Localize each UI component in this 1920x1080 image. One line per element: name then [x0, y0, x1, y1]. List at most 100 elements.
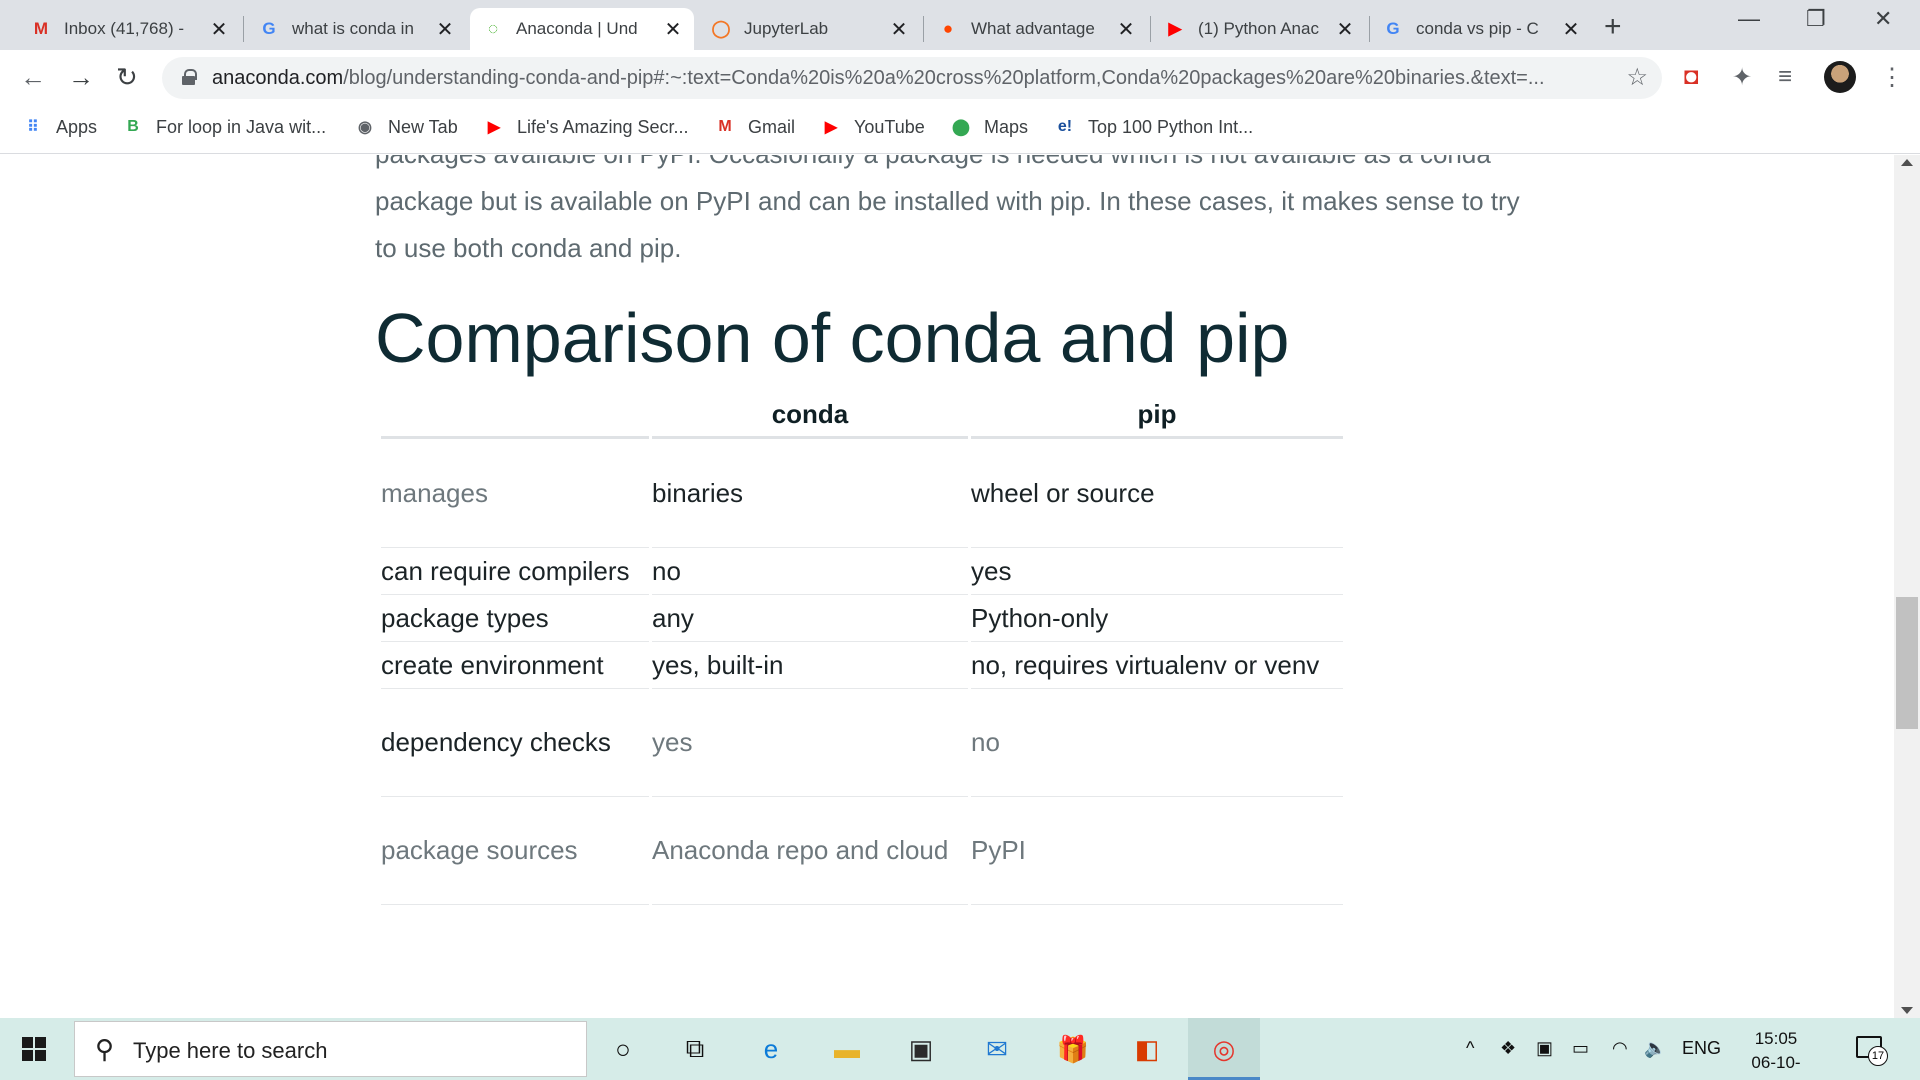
bookmark-label: Life's Amazing Secr... [517, 116, 689, 137]
table-cell: any [652, 595, 968, 642]
table-cell: binaries [652, 439, 968, 548]
tab-separator [1150, 16, 1151, 42]
battery-icon[interactable]: ▭ [1572, 1038, 1589, 1059]
gift-icon[interactable]: 🎁 [1056, 1032, 1090, 1066]
lock-icon[interactable] [182, 69, 197, 85]
tab-close-icon[interactable]: ✕ [1562, 17, 1580, 42]
mail-icon[interactable]: ✉ [980, 1032, 1014, 1066]
url-text[interactable]: anaconda.com/blog/understanding-conda-an… [212, 67, 1545, 90]
profile-avatar[interactable] [1824, 61, 1856, 93]
table-header-cell: pip [971, 392, 1343, 439]
windows-taskbar: ⚲ Type here to search ^ ENG 15:05 06-10-… [0, 1018, 1920, 1080]
scroll-down-arrow-icon[interactable] [1901, 1007, 1913, 1014]
bookmark-label: For loop in Java wit... [156, 116, 327, 137]
apps-grid-icon: ⠿ [27, 119, 39, 136]
back-button[interactable]: ← [20, 62, 46, 93]
tab-close-icon[interactable]: ✕ [1117, 17, 1135, 42]
table-cell: yes [971, 548, 1343, 595]
store-icon[interactable]: ▣ [904, 1032, 938, 1066]
table-header-row: conda pip [381, 392, 1343, 439]
bookmark-item[interactable]: B For loop in Java wit... [122, 116, 326, 138]
table-cell: yes, built-in [652, 642, 968, 689]
tab-title: What advantage [971, 19, 1095, 38]
browser-toolbar: ← → ↻ anaconda.com/blog/understanding-co… [0, 50, 1920, 106]
bookmark-star-icon[interactable]: ☆ [1626, 63, 1648, 92]
tab-title: what is conda in [292, 19, 414, 38]
minimize-button[interactable]: — [1738, 6, 1760, 32]
tab-close-icon[interactable]: ✕ [436, 17, 454, 42]
office-icon[interactable]: ◧ [1130, 1032, 1164, 1066]
browser-tab[interactable]: M Inbox (41,768) - ✕ [18, 8, 240, 50]
extensions-puzzle-icon[interactable]: ✦ [1732, 63, 1752, 92]
taskbar-search-box[interactable]: ⚲ Type here to search [74, 1021, 587, 1077]
b-site-icon: B [127, 118, 139, 135]
bookmark-label: Apps [56, 116, 98, 137]
close-window-button[interactable]: ✕ [1874, 6, 1892, 32]
bookmark-item[interactable]: ▶ Life's Amazing Secr... [483, 116, 689, 138]
tab-close-icon[interactable]: ✕ [210, 17, 228, 42]
scroll-up-arrow-icon[interactable] [1901, 159, 1913, 166]
bookmark-item[interactable]: ▶ YouTube [820, 116, 925, 138]
youtube-icon: ▶ [1168, 19, 1182, 38]
table-cell: PyPI [971, 797, 1343, 905]
jupyter-icon: ◯ [711, 19, 731, 38]
browser-tab[interactable]: Gwhat is conda in ✕ [246, 8, 466, 50]
youtube-icon: ▶ [824, 119, 838, 136]
new-tab-button[interactable]: + [1604, 10, 1622, 44]
tab-title: conda vs pip - C [1416, 19, 1539, 38]
bookmark-item[interactable]: ⠿ Apps [22, 116, 97, 138]
browser-tab[interactable]: ▶ (1) Python Anac ✕ [1152, 8, 1366, 50]
cortana-icon[interactable]: ○ [606, 1032, 640, 1066]
edureka-icon: e! [1057, 118, 1073, 135]
table-cell: package types [381, 595, 649, 642]
browser-tab[interactable]: ● What advantage ✕ [925, 8, 1147, 50]
table-row: dependency checks yes no [381, 689, 1343, 797]
browser-tab[interactable]: ◯ JupyterLab ✕ [698, 8, 920, 50]
task-view-icon[interactable]: ⧉ [678, 1032, 712, 1066]
bookmark-label: New Tab [388, 116, 458, 137]
bookmark-item[interactable]: e! Top 100 Python Int... [1054, 116, 1253, 138]
notification-count-badge: 17 [1868, 1046, 1888, 1066]
google-icon: G [1386, 19, 1400, 38]
address-bar[interactable]: anaconda.com/blog/understanding-conda-an… [162, 57, 1662, 99]
tab-close-icon[interactable]: ✕ [890, 17, 908, 42]
tray-app-icon[interactable]: ▣ [1536, 1038, 1553, 1059]
media-control-icon[interactable]: ≡ [1778, 63, 1792, 91]
browser-menu-icon[interactable]: ⋮ [1880, 63, 1904, 92]
start-windows-icon[interactable] [22, 1037, 46, 1061]
notification-center-icon[interactable]: 17 [1856, 1036, 1888, 1066]
vertical-scrollbar[interactable] [1894, 155, 1920, 1018]
edge-icon[interactable]: e [754, 1032, 788, 1066]
chrome-icon[interactable]: ◎ [1207, 1032, 1241, 1066]
tab-close-icon[interactable]: ✕ [664, 17, 682, 42]
tab-title: JupyterLab [744, 19, 829, 38]
file-explorer-icon[interactable]: ▬ [830, 1032, 864, 1066]
table-row: can require compilers no yes [381, 548, 1343, 595]
tab-strip: + — ❐ ✕ M Inbox (41,768) - ✕ Gwhat is conda… [0, 0, 1920, 50]
bookmark-item[interactable]: ◉ New Tab [354, 116, 458, 138]
tab-separator [923, 16, 924, 42]
wifi-icon[interactable]: ◠ [1612, 1038, 1628, 1059]
restore-button[interactable]: ❐ [1806, 6, 1826, 32]
bookmark-item[interactable]: M Gmail [714, 116, 795, 138]
reload-button[interactable]: ↻ [116, 62, 138, 93]
bookmark-item[interactable]: ⬤ Maps [950, 116, 1028, 138]
scrollbar-thumb[interactable] [1896, 597, 1918, 729]
volume-icon[interactable]: 🔈 [1644, 1038, 1666, 1059]
google-icon: G [262, 19, 276, 38]
browser-tab[interactable]: Gconda vs pip - C ✕ [1370, 8, 1592, 50]
show-hidden-icons-chevron-icon[interactable]: ^ [1466, 1038, 1474, 1059]
maps-pin-icon: ⬤ [952, 119, 970, 136]
language-indicator[interactable]: ENG [1682, 1038, 1721, 1059]
section-heading: Comparison of conda and pip [375, 299, 1290, 377]
taskbar-clock[interactable]: 15:05 06-10-2020 [1734, 1027, 1818, 1080]
table-cell: manages [381, 439, 649, 548]
extension-icon[interactable]: ◘ [1684, 63, 1699, 91]
tab-close-icon[interactable]: ✕ [1336, 17, 1354, 42]
browser-tab[interactable]: ◌ Anaconda | Und ✕ [470, 8, 694, 50]
table-cell: no [652, 548, 968, 595]
dropbox-icon[interactable]: ❖ [1500, 1038, 1516, 1059]
tab-title: Inbox (41,768) - [64, 19, 185, 38]
forward-button[interactable]: → [68, 62, 94, 93]
bookmark-label: Top 100 Python Int... [1088, 116, 1254, 137]
